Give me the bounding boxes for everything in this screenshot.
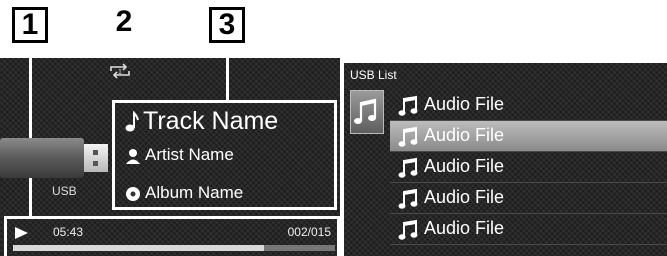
track-name-row: Track Name [125, 107, 278, 136]
list-item[interactable]: Audio File [390, 183, 667, 214]
list-item-label: Audio File [424, 156, 505, 176]
music-folder-icon [354, 98, 377, 124]
callout-3-leader [226, 43, 229, 100]
music-note-icon [398, 188, 418, 209]
progress-area: 05:43 002/015 [4, 216, 340, 256]
svg-text:1: 1 [118, 69, 122, 76]
album-name: Album Name [145, 183, 244, 202]
list-item[interactable]: Audio File [390, 121, 667, 152]
list-item-label: Audio File [424, 218, 505, 238]
list-item-label: Audio File [424, 94, 505, 114]
person-icon [126, 148, 140, 164]
artist-row: Artist Name [125, 145, 234, 165]
music-note-icon [398, 95, 418, 116]
file-list: Audio File Audio File Audio File Audio File… [390, 90, 667, 245]
usb-drive-icon [0, 138, 108, 178]
track-info-box: Track Name Artist Name Album Name [112, 100, 337, 210]
album-row: Album Name [125, 183, 243, 203]
track-counter: 002/015 [287, 225, 331, 239]
artist-name: Artist Name [145, 145, 234, 164]
list-item[interactable]: Audio File [390, 90, 667, 121]
track-name: Track Name [143, 107, 279, 135]
progress-bar[interactable] [13, 245, 335, 251]
callout-2: 2 [110, 7, 138, 43]
music-folder-button[interactable] [350, 90, 384, 134]
list-item[interactable]: Audio File [390, 214, 667, 245]
music-note-icon [398, 219, 418, 240]
callout-3: 3 [209, 7, 245, 43]
usb-list-panel: USB List Audio File Audio File Audio File A… [344, 63, 667, 256]
callout-1: 1 [12, 7, 48, 43]
device-label: USB [52, 184, 77, 198]
elapsed-time: 05:43 [53, 225, 84, 239]
music-note-icon [125, 111, 139, 132]
progress-fill [13, 245, 265, 251]
repeat-one-icon[interactable]: 1 [107, 62, 133, 80]
callout-1-leader [29, 43, 32, 216]
disc-icon [126, 186, 140, 201]
list-item-label: Audio File [424, 187, 505, 207]
list-item[interactable]: Audio File [390, 152, 667, 183]
music-note-icon [398, 126, 418, 147]
list-title: USB List [350, 68, 397, 82]
list-item-label: Audio File [424, 125, 505, 145]
play-icon[interactable] [15, 227, 28, 239]
music-note-icon [398, 157, 418, 178]
